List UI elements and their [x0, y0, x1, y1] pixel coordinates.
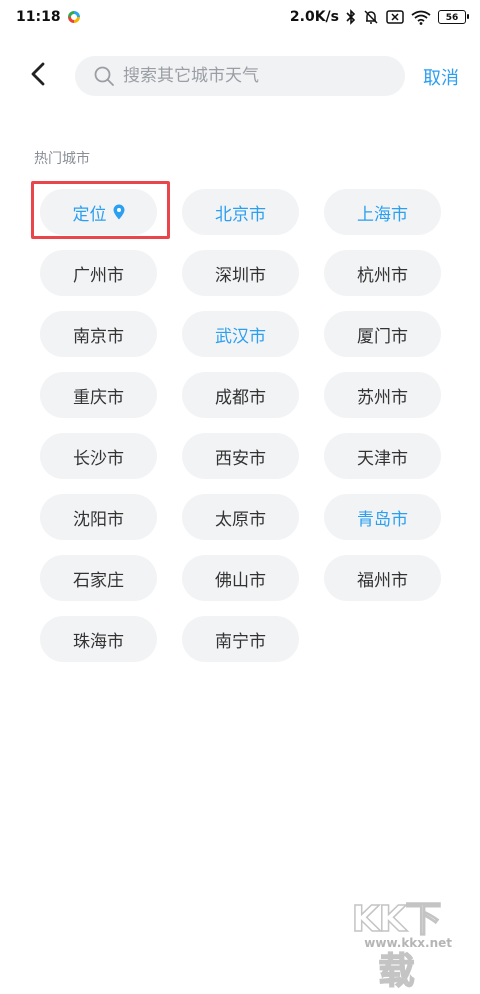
city-label: 上海市	[357, 204, 408, 225]
back-button[interactable]	[24, 61, 52, 91]
section-title: 热门城市	[34, 151, 90, 167]
city-label: 北京市	[215, 204, 266, 225]
city-chip[interactable]: 杭州市	[324, 250, 441, 296]
city-chip[interactable]: 珠海市	[40, 616, 157, 662]
sim-off-icon	[386, 10, 404, 24]
city-label: 青岛市	[357, 509, 408, 530]
app-notification-icon	[67, 11, 80, 23]
city-label: 南宁市	[215, 631, 266, 652]
location-pin-icon	[113, 204, 125, 220]
status-time: 11:18	[16, 9, 61, 25]
watermark: KK下载 www.kkx.net	[336, 890, 456, 993]
city-label: 厦门市	[357, 326, 408, 347]
city-chip[interactable]: 青岛市	[324, 494, 441, 540]
locate-wrapper: 定位	[31, 181, 170, 239]
city-chip[interactable]: 石家庄	[40, 555, 157, 601]
city-label: 佛山市	[215, 570, 266, 591]
city-label: 福州市	[357, 570, 408, 591]
city-label: 成都市	[215, 387, 266, 408]
city-chip[interactable]: 沈阳市	[40, 494, 157, 540]
city-chip[interactable]: 成都市	[182, 372, 299, 418]
chevron-left-icon	[30, 62, 46, 90]
city-chip[interactable]: 武汉市	[182, 311, 299, 357]
search-box[interactable]	[75, 56, 405, 96]
bluetooth-icon	[346, 9, 356, 25]
city-chip[interactable]: 南宁市	[182, 616, 299, 662]
city-chip[interactable]: 南京市	[40, 311, 157, 357]
city-label: 沈阳市	[73, 509, 124, 530]
city-chip[interactable]: 深圳市	[182, 250, 299, 296]
city-label: 深圳市	[215, 265, 266, 286]
city-label: 太原市	[215, 509, 266, 530]
city-label: 苏州市	[357, 387, 408, 408]
city-chip[interactable]: 太原市	[182, 494, 299, 540]
status-left: 11:18	[16, 9, 80, 25]
city-label: 武汉市	[215, 326, 266, 347]
city-chip[interactable]: 苏州市	[324, 372, 441, 418]
hot-city-grid: 定位 北京市 上海市 广州市 深圳市 杭州市 南京市 武汉市 厦门市 重庆市 成…	[31, 181, 441, 662]
search-input[interactable]	[121, 65, 385, 87]
search-icon	[93, 65, 115, 87]
mute-bell-icon	[363, 9, 379, 25]
wifi-icon	[411, 10, 431, 25]
status-right: 2.0K/s 56	[289, 9, 469, 25]
city-label: 长沙市	[73, 448, 124, 469]
city-label: 西安市	[215, 448, 266, 469]
network-speed: 2.0K/s	[289, 9, 339, 25]
city-chip[interactable]: 上海市	[324, 189, 441, 235]
city-chip[interactable]: 西安市	[182, 433, 299, 479]
city-label: 广州市	[73, 265, 124, 286]
cancel-button[interactable]: 取消	[423, 64, 459, 90]
city-label: 杭州市	[357, 265, 408, 286]
search-header: 取消	[0, 56, 480, 96]
watermark-url: www.kkx.net	[364, 936, 452, 950]
city-label: 珠海市	[73, 631, 124, 652]
city-label: 石家庄	[73, 570, 124, 591]
city-chip[interactable]: 佛山市	[182, 555, 299, 601]
city-chip[interactable]: 广州市	[40, 250, 157, 296]
city-label: 天津市	[357, 448, 408, 469]
city-chip[interactable]: 福州市	[324, 555, 441, 601]
city-chip[interactable]: 厦门市	[324, 311, 441, 357]
city-label: 定位	[72, 204, 107, 225]
city-label: 南京市	[73, 326, 124, 347]
city-label: 重庆市	[73, 387, 124, 408]
city-chip[interactable]: 长沙市	[40, 433, 157, 479]
city-chip[interactable]: 北京市	[182, 189, 299, 235]
battery-icon: 56	[438, 10, 469, 24]
status-bar: 11:18 2.0K/s 56	[0, 0, 480, 34]
city-chip[interactable]: 重庆市	[40, 372, 157, 418]
city-chip[interactable]: 天津市	[324, 433, 441, 479]
locate-button[interactable]: 定位	[40, 189, 157, 235]
